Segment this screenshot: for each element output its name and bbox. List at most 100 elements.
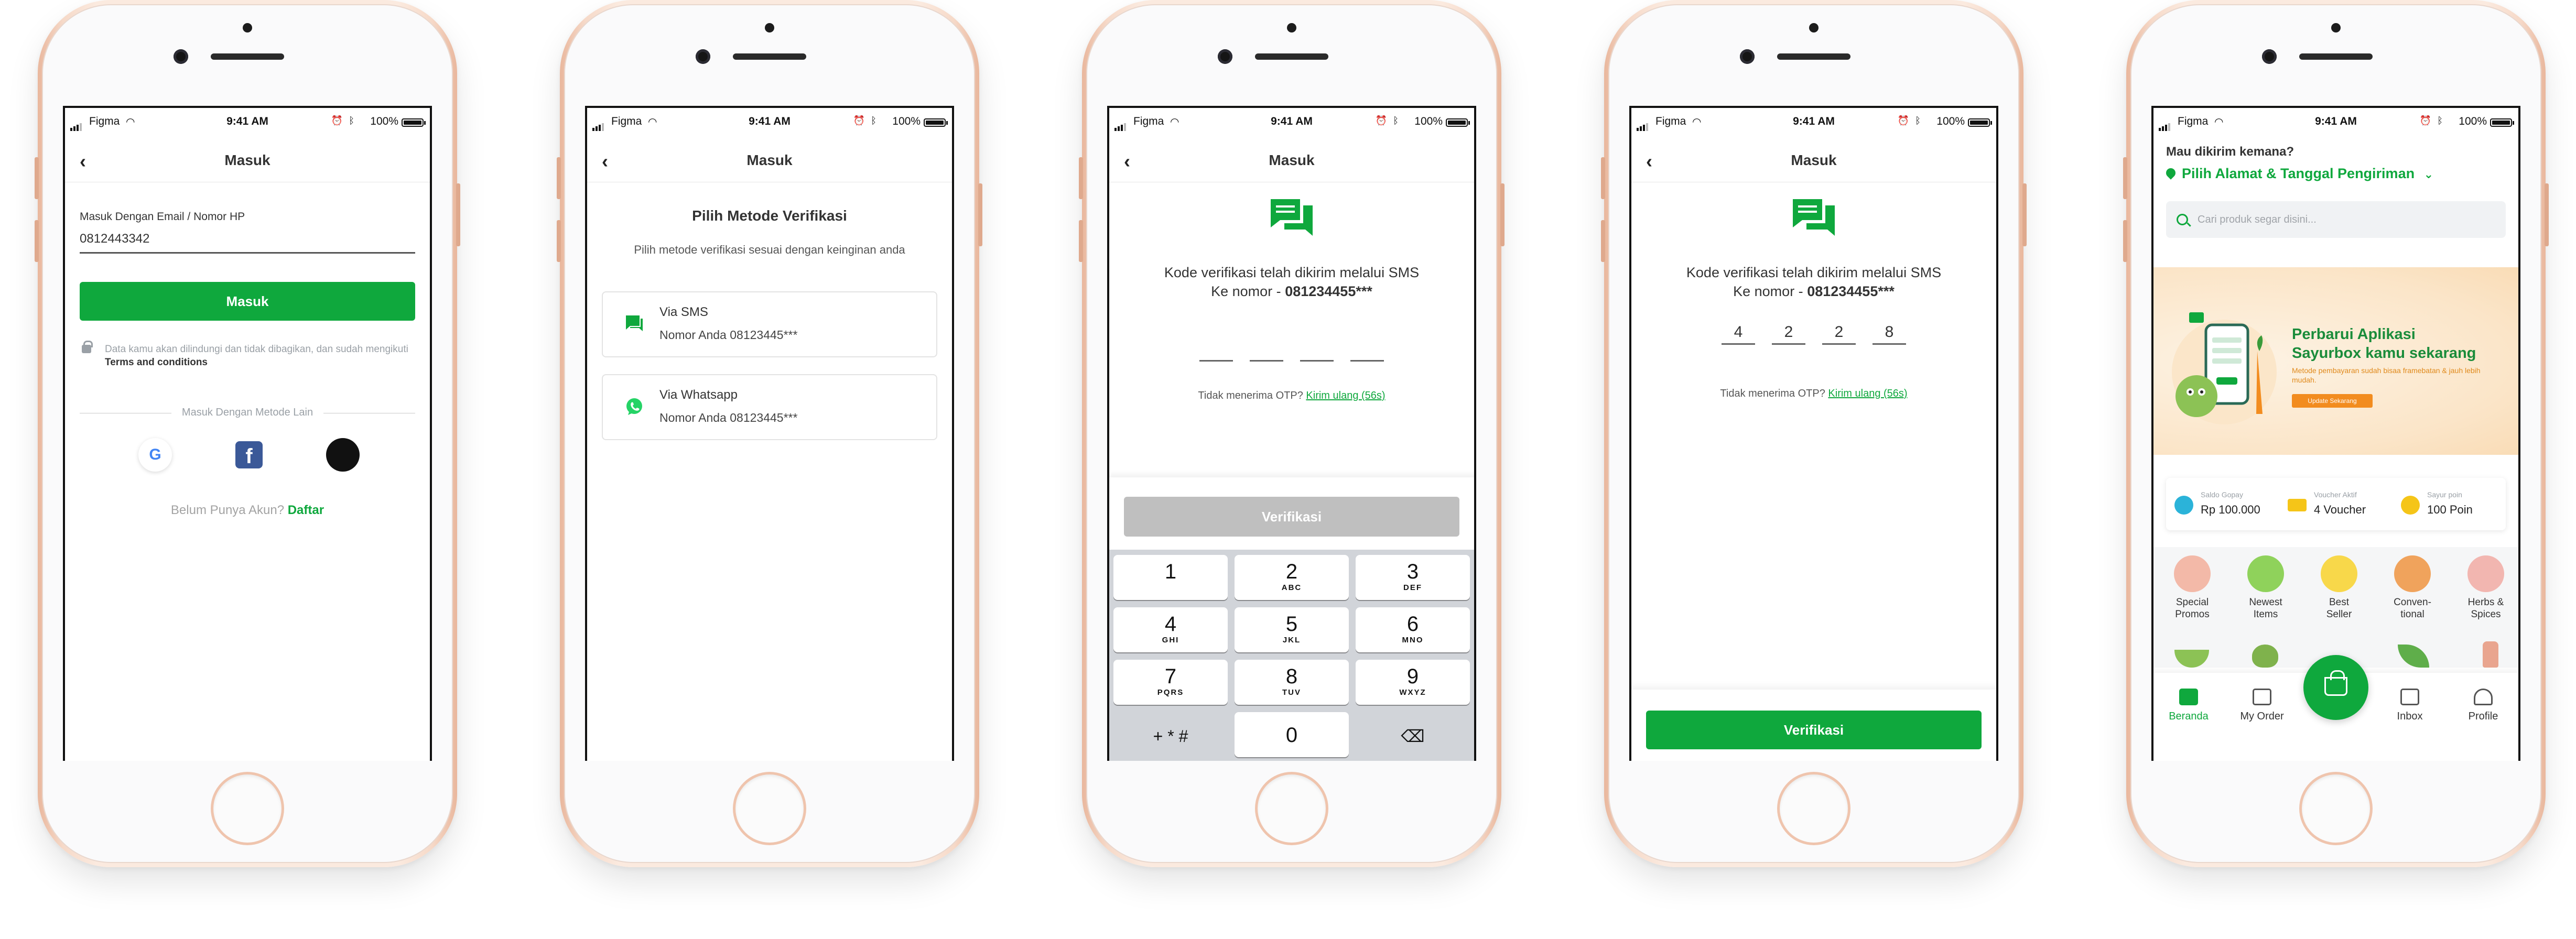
leaf-icon[interactable] [2398,645,2429,668]
home-button[interactable] [1258,774,1326,843]
promo-banner[interactable]: Perbarui Aplikasi Sayurbox kamu sekarang… [2151,267,2520,455]
otp-slot[interactable] [1350,339,1384,362]
backspace-key[interactable]: ⌫ [1356,712,1470,757]
stat-label: Saldo Gopay [2201,490,2243,499]
stat-voucher[interactable]: Voucher Aktif 4 Voucher [2279,488,2389,520]
stat-label: Voucher Aktif [2314,490,2357,499]
volume-button [557,220,561,262]
power-button [978,183,982,246]
battery-icon [924,118,948,127]
key-5[interactable]: 5 JKL [1235,607,1349,652]
volume-button [1601,157,1605,199]
key-digit: 2 [1285,560,1298,583]
otp-slot[interactable] [1300,339,1334,362]
signup-prompt: Belum Punya Akun? Daftar [63,503,432,518]
bluetooth-icon: ᛒ [349,115,354,126]
category-label: Herbs & Spices [2449,596,2520,620]
otp-slot[interactable]: 4 [1722,322,1755,345]
home-button[interactable] [213,774,282,843]
key-letters: WXYZ [1399,688,1426,697]
category-best-seller[interactable]: Best Seller [2302,555,2376,620]
home-button[interactable] [735,774,804,843]
key-9[interactable]: 9 WXYZ [1356,660,1470,705]
otp-input[interactable] [1107,339,1476,364]
category-conventional[interactable]: Conven-tional [2376,555,2449,620]
terms-link[interactable]: Terms and conditions [105,357,208,368]
address-picker[interactable]: Pilih Alamat & Tanggal Pengiriman ⌄ [2164,166,2433,182]
bottle-icon[interactable] [2483,641,2498,668]
battery-percent: 100% [2459,115,2487,127]
battery-percent: 100% [1936,115,1965,127]
key-0[interactable]: 0 [1235,712,1349,757]
login-field-input[interactable]: 0812443342 [80,232,415,254]
verify-option-whatsapp[interactable]: Via Whatsapp Nomor Anda 08123445*** [602,374,937,440]
category-special-promos[interactable]: Special Promos [2156,555,2229,620]
category-label-line: Seller [2326,609,2352,620]
stat-gopay[interactable]: Saldo Gopay Rp 100.000 [2166,488,2276,520]
login-button[interactable]: Masuk [80,282,415,321]
avocado-icon[interactable] [2252,645,2278,668]
otp-resend-link[interactable]: Kirim ulang (56s) [1306,390,1385,401]
alt-login-divider: Masuk Dengan Metode Lain [80,407,415,420]
otp-slot[interactable]: 2 [1772,322,1805,345]
front-sensor [1287,23,1296,32]
key-3[interactable]: 3 DEF [1356,555,1470,600]
screen-otp-filled: Figma ◠ 9:41 AM ⏰ ᛒ 100% ‹ Masuk Kode ve… [1629,106,1998,761]
home-button[interactable] [2302,774,2370,843]
otp-resend-link[interactable]: Kirim ulang (56s) [1828,388,1907,399]
category-label-line: tional [2400,609,2425,620]
category-label-line: Newest [2249,597,2282,608]
otp-slot[interactable]: 8 [1873,322,1906,345]
nav-label: Inbox [2397,711,2423,722]
power-button [1500,183,1505,246]
home-button[interactable] [1780,774,1848,843]
otp-input[interactable]: 4228 [1629,322,1998,345]
category-label: Newest Items [2229,596,2302,620]
banner-cta-button[interactable]: Update Sekarang [2292,394,2373,408]
phone-frame-otp-entry: Figma ◠ 9:41 AM ⏰ ᛒ 100% ‹ Masuk Kode ve… [1079,0,1505,867]
search-input[interactable]: Cari produk segar disini... [2166,201,2506,238]
key-8[interactable]: 8 TUV [1235,660,1349,705]
stat-points[interactable]: Sayur poin 100 Poin [2393,488,2503,520]
key-1[interactable]: 1 [1113,555,1228,600]
verify-button-disabled[interactable]: Verifikasi [1124,497,1459,537]
nav-home[interactable]: Beranda [2155,689,2223,723]
nav-inbox[interactable]: Inbox [2376,689,2444,723]
otp-slot[interactable] [1250,339,1283,362]
banner-headline: Perbarui Aplikasi Sayurbox kamu sekarang [2292,325,2476,363]
category-herbs-spices[interactable]: Herbs & Spices [2449,555,2520,620]
numeric-keypad: 1 2 ABC 3 DEF 4 GHI 5 JKL 6 MNO 7 PQRS 8 TUV 9W… [1107,550,1476,761]
verify-button[interactable]: Verifikasi [1646,711,1982,749]
category-grid: Special Promos Newest Items Best Seller Con… [2151,547,2520,668]
tag-icon [2174,555,2211,592]
nav-label: Profile [2468,711,2498,722]
google-login-icon[interactable]: G [138,438,172,472]
alarm-icon: ⏰ [853,115,865,126]
category-label-line: Conven- [2394,597,2431,608]
salad-bowl-icon[interactable] [2174,650,2209,668]
facebook-login-icon[interactable]: f [232,438,266,472]
front-camera-icon [1218,49,1232,64]
category-label: Special Promos [2156,596,2229,620]
key-letters: DEF [1403,583,1422,592]
key-2[interactable]: 2 ABC [1235,555,1349,600]
key-6[interactable]: 6 MNO [1356,607,1470,652]
volume-button [1079,220,1083,262]
signup-link[interactable]: Daftar [288,503,324,517]
search-placeholder: Cari produk segar disini... [2198,214,2317,225]
verify-option-sms[interactable]: Via SMS Nomor Anda 08123445*** [602,291,937,357]
otp-slot[interactable]: 2 [1822,322,1856,345]
otp-slot[interactable] [1199,339,1233,362]
key-letters: ABC [1281,583,1302,592]
cart-button[interactable] [2303,655,2368,720]
key-4[interactable]: 4 GHI [1113,607,1228,652]
category-newest-items[interactable]: Newest Items [2229,555,2302,620]
status-bar: Figma ◠ 9:41 AM ⏰ ᛒ 100% [2151,115,2520,131]
key-symbols[interactable]: + * # [1113,712,1228,757]
nav-my-order[interactable]: My Order [2228,689,2296,723]
sms-chat-icon [1793,199,1835,236]
key-7[interactable]: 7 PQRS [1113,660,1228,705]
app-header: ‹ Masuk [585,138,954,182]
nav-profile[interactable]: Profile [2449,689,2517,723]
apple-login-icon[interactable] [326,438,360,472]
